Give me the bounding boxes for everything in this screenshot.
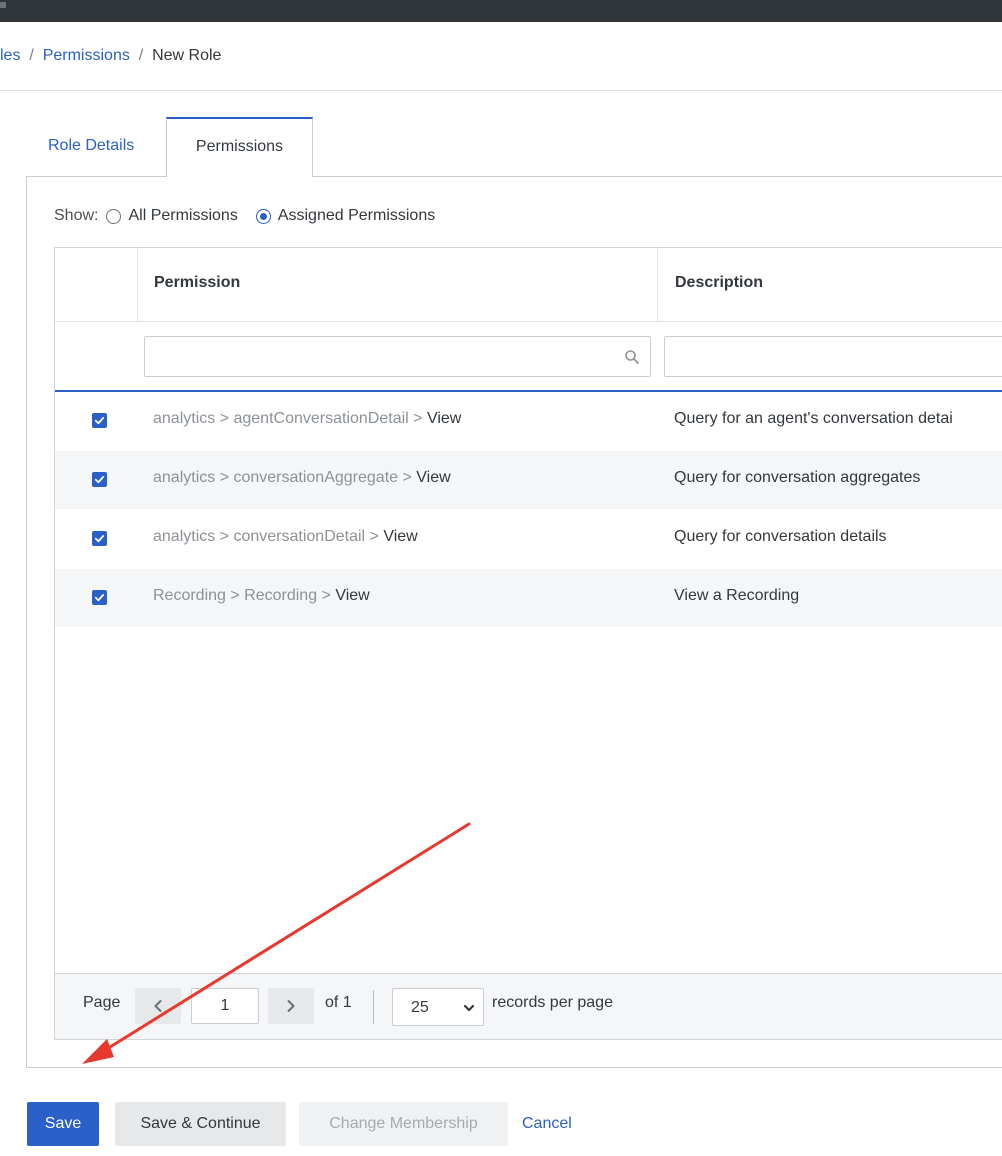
permission-action: View <box>426 410 462 427</box>
table-row: analytics > conversationDetail > View Qu… <box>55 510 1002 569</box>
column-divider <box>137 248 138 322</box>
column-divider <box>657 248 658 322</box>
permissions-grid: Permission Description analytics > agent… <box>54 247 1002 1040</box>
breadcrumb: les / Permissions / New Role <box>0 47 221 67</box>
permission-action: View <box>416 469 451 486</box>
change-membership-button[interactable]: Change Membership <box>299 1102 508 1146</box>
page-number-input[interactable]: 1 <box>191 988 259 1024</box>
permission-action: View <box>383 528 418 545</box>
description-filter-input[interactable] <box>664 336 1002 377</box>
grid-header: Permission Description <box>55 248 1002 322</box>
description-cell: Query for an agent's conversation detai <box>674 410 953 427</box>
save-button[interactable]: Save <box>27 1102 99 1146</box>
next-page-button[interactable] <box>268 988 314 1024</box>
table-row: Recording > Recording > View View a Reco… <box>55 569 1002 628</box>
permission-path: analytics > conversationDetail > <box>153 528 384 545</box>
chevron-left-icon <box>154 1000 162 1012</box>
row-checkbox[interactable] <box>92 590 107 605</box>
pager-divider <box>373 990 374 1024</box>
radio-assigned-permissions[interactable] <box>255 208 271 224</box>
app-bar-fragment <box>0 2 6 8</box>
search-icon <box>625 350 639 364</box>
previous-page-button[interactable] <box>135 988 181 1024</box>
description-cell: View a Recording <box>674 587 800 604</box>
header-divider <box>0 90 1002 91</box>
checkmark-icon <box>94 535 105 543</box>
active-tab-joiner <box>167 175 312 178</box>
page-count: of 1 <box>325 994 352 1011</box>
column-header-permission[interactable]: Permission <box>154 274 240 292</box>
table-row: analytics > agentConversationDetail > Vi… <box>55 392 1002 451</box>
checkmark-icon <box>94 594 105 602</box>
grid-filter-row <box>55 322 1002 392</box>
chevron-right-icon <box>287 1000 295 1012</box>
records-per-page-value: 25 <box>411 999 429 1016</box>
permission-cell: analytics > agentConversationDetail > Vi… <box>153 410 461 428</box>
permission-path: analytics > agentConversationDetail > <box>153 410 427 427</box>
checkmark-icon <box>94 476 105 484</box>
row-checkbox[interactable] <box>92 531 107 546</box>
pagination-bar: Page 1 of 1 25 records per page <box>55 973 1002 1039</box>
records-per-page-select[interactable]: 25 <box>392 988 484 1026</box>
grid-rows: analytics > agentConversationDetail > Vi… <box>55 392 1002 628</box>
table-row: analytics > conversationAggregate > View… <box>55 451 1002 510</box>
breadcrumb-roles-link[interactable]: les <box>0 47 20 64</box>
checkmark-icon <box>94 417 105 425</box>
breadcrumb-current: New Role <box>152 47 222 64</box>
column-header-description[interactable]: Description <box>675 274 763 292</box>
show-label: Show: <box>54 207 99 224</box>
permission-filter-input[interactable] <box>144 336 651 377</box>
permission-path: analytics > conversationAggregate > <box>153 469 417 486</box>
permission-filter-toggle: Show: All Permissions Assigned Permissio… <box>54 205 453 227</box>
permission-action: View <box>335 587 370 604</box>
page-label: Page <box>83 994 121 1011</box>
records-per-page-label: records per page <box>492 994 613 1011</box>
breadcrumb-separator: / <box>134 47 148 64</box>
cancel-link[interactable]: Cancel <box>522 1102 578 1146</box>
permission-cell: analytics > conversationDetail > View <box>153 528 418 546</box>
radio-assigned-permissions-label[interactable]: Assigned Permissions <box>278 207 435 225</box>
row-checkbox[interactable] <box>92 413 107 428</box>
row-checkbox[interactable] <box>92 472 107 487</box>
tab-role-details[interactable]: Role Details <box>48 137 134 155</box>
tab-permissions[interactable]: Permissions <box>166 117 313 177</box>
breadcrumb-separator: / <box>24 47 39 64</box>
permission-path: Recording > Recording > <box>153 587 336 604</box>
description-cell: Query for conversation details <box>674 528 887 545</box>
chevron-down-icon <box>463 1004 475 1012</box>
description-cell: Query for conversation aggregates <box>674 469 921 486</box>
save-and-continue-button[interactable]: Save & Continue <box>115 1102 286 1146</box>
permission-cell: Recording > Recording > View <box>153 587 370 605</box>
radio-all-permissions-label[interactable]: All Permissions <box>128 207 237 225</box>
radio-all-permissions[interactable] <box>106 208 122 224</box>
permission-cell: analytics > conversationAggregate > View <box>153 469 451 487</box>
top-app-bar <box>0 0 1002 22</box>
breadcrumb-permissions-link[interactable]: Permissions <box>43 47 130 64</box>
